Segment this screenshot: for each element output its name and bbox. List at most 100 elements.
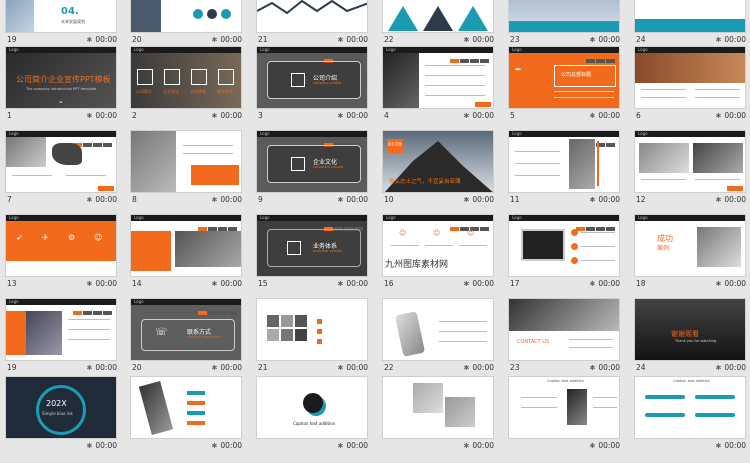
slide-time: 00:00 xyxy=(346,195,368,204)
user-icon: ☺ xyxy=(467,229,475,237)
slide-time: 00:00 xyxy=(598,195,620,204)
slide-number: 22 xyxy=(384,35,394,44)
star-icon: ✱ xyxy=(211,364,218,372)
slide-number: 8 xyxy=(132,195,137,204)
phone-image xyxy=(394,311,426,357)
slide-number: 23 xyxy=(510,35,520,44)
star-icon: ✱ xyxy=(86,442,93,450)
star-icon: ✱ xyxy=(337,364,344,372)
star-icon: ✱ xyxy=(589,442,596,450)
slide-title: 04. xyxy=(61,6,79,17)
slide-label: 公司简介 xyxy=(136,89,152,94)
slide-time: 00:00 xyxy=(598,35,620,44)
slide-number: 23 xyxy=(510,363,520,372)
slide-title: Caption text addition xyxy=(293,421,336,426)
star-icon: ✱ xyxy=(86,364,93,372)
star-icon: ✱ xyxy=(337,196,344,204)
document-icon xyxy=(137,69,153,85)
slide-number: 19 xyxy=(7,363,17,372)
slide-time: 00:00 xyxy=(598,441,620,450)
star-icon: ✱ xyxy=(463,280,470,288)
slide-time: 00:00 xyxy=(220,35,242,44)
slide-title: 公司简介企业宣传PPT模板 xyxy=(16,75,111,84)
star-icon: ✱ xyxy=(589,196,596,204)
star-icon: ✱ xyxy=(463,364,470,372)
slide-number: 14 xyxy=(132,279,142,288)
slide-time: 00:00 xyxy=(95,35,117,44)
slide-time: 00:00 xyxy=(95,441,117,450)
slide-subtitle: 未来发展规划 xyxy=(61,19,85,24)
star-icon: ✱ xyxy=(463,36,470,44)
star-icon: ✱ xyxy=(589,36,596,44)
slide-subtitle: company profile xyxy=(313,81,342,85)
slide-time: 00:00 xyxy=(220,111,242,120)
star-icon: ✱ xyxy=(715,442,722,450)
star-icon: ✱ xyxy=(337,442,344,450)
slide-title: Caption text addition xyxy=(673,379,710,383)
slide-title: 谢谢观看 xyxy=(671,330,699,338)
slide-time: 00:00 xyxy=(472,35,494,44)
slide-tag: 企业文化 xyxy=(388,142,402,146)
slide-sorter-grid: 04. 未来发展规划 19 ✱ 00:00 20 ✱ 00:00 21 ✱ 00:00 xyxy=(0,0,750,463)
slide-subtitle: contact information xyxy=(187,335,222,339)
slide-time: 00:00 xyxy=(346,441,368,450)
slide-time: 00:00 xyxy=(472,363,494,372)
slide-subtitle: The company introduction PPT template xyxy=(26,87,97,91)
slide-number: 24 xyxy=(636,363,646,372)
star-icon: ✱ xyxy=(715,364,722,372)
watermark-text: 九州图库素材网 xyxy=(385,260,449,270)
slide-time: 00:00 xyxy=(598,363,620,372)
user-icon: ☺ xyxy=(433,229,441,237)
slide-label: 企业文化 xyxy=(163,89,179,94)
star-icon: ✱ xyxy=(589,364,596,372)
slide-number: 12 xyxy=(636,195,646,204)
book-icon xyxy=(291,157,305,171)
slide-time: 00:00 xyxy=(346,279,368,288)
slide-time: 00:00 xyxy=(724,363,746,372)
slide-number: 13 xyxy=(7,279,17,288)
slide-number: 10 xyxy=(384,195,394,204)
slide-number: 22 xyxy=(384,363,394,372)
slide-time: 00:00 xyxy=(598,279,620,288)
star-icon: ✱ xyxy=(211,36,218,44)
slide-title: 公司总部标题 xyxy=(561,72,592,78)
star-icon: ✱ xyxy=(715,280,722,288)
slide-number: 11 xyxy=(510,195,520,204)
chart-icon xyxy=(191,69,207,85)
slide-time: 00:00 xyxy=(472,279,494,288)
slide-time: 00:00 xyxy=(220,279,242,288)
list-icon xyxy=(291,73,305,87)
star-icon: ✱ xyxy=(86,280,93,288)
slide-subtitle: Simple blue ink xyxy=(42,411,73,416)
chevron-down-icon: ⌄ xyxy=(58,97,64,105)
slide-number: 20 xyxy=(132,35,142,44)
slide-time: 00:00 xyxy=(472,111,494,120)
slide-title: CONTACT US xyxy=(517,339,550,345)
slide-number: 1 xyxy=(7,111,12,120)
star-icon: ✱ xyxy=(337,112,344,120)
star-icon: ✱ xyxy=(86,112,93,120)
slide-number: 16 xyxy=(384,279,394,288)
slide-time: 00:00 xyxy=(220,363,242,372)
gear-icon: ⚙ xyxy=(68,233,76,242)
star-icon: ✱ xyxy=(211,112,218,120)
slide-number: 20 xyxy=(132,363,142,372)
slide-time: 00:00 xyxy=(95,111,117,120)
phone-icon xyxy=(218,69,234,85)
slide-number: 21 xyxy=(258,35,268,44)
slide-number: 17 xyxy=(510,279,520,288)
rocket-icon: ➶ xyxy=(16,233,23,242)
slide-number: 9 xyxy=(258,195,263,204)
slide-subtitle: 案例 xyxy=(657,245,670,252)
slide-time: 00:00 xyxy=(220,195,242,204)
slide-time: 00:00 xyxy=(346,363,368,372)
slide-number: 4 xyxy=(384,111,389,120)
star-icon: ✱ xyxy=(715,36,722,44)
slide-label: 联系方式 xyxy=(217,89,233,94)
slide-number: 18 xyxy=(636,279,646,288)
slide-time: 00:00 xyxy=(95,363,117,372)
slide-time: 00:00 xyxy=(724,441,746,450)
slide-number: 3 xyxy=(258,111,263,120)
slide-time: 00:00 xyxy=(472,441,494,450)
bar-chart-icon xyxy=(287,241,301,255)
